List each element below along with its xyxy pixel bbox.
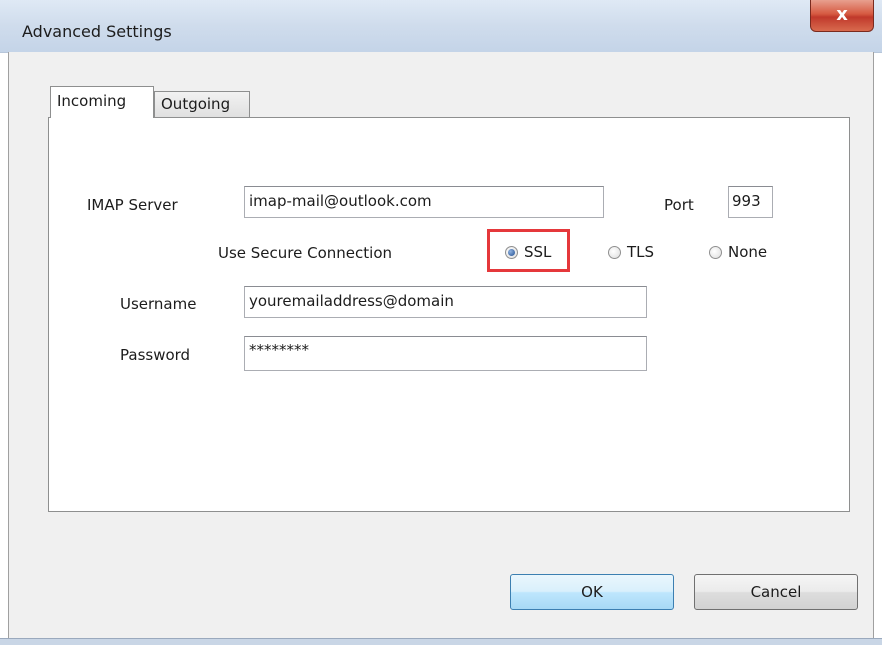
tls-radio-label: TLS: [627, 243, 655, 261]
window-title: Advanced Settings: [22, 22, 172, 41]
username-input[interactable]: youremailaddress@domain: [244, 286, 647, 318]
secure-connection-label: Use Secure Connection: [218, 244, 393, 262]
tab-incoming-label: Incoming: [57, 92, 127, 110]
username-label: Username: [120, 295, 197, 313]
tls-radio-icon: [608, 245, 621, 259]
imap-server-input[interactable]: imap-mail@outlook.com: [244, 186, 604, 218]
title-bar[interactable]: Advanced Settings x: [0, 0, 882, 53]
port-input[interactable]: 993: [728, 186, 773, 218]
password-label: Password: [120, 346, 191, 364]
none-radio-label: None: [728, 243, 768, 261]
tls-radio[interactable]: TLS: [608, 243, 654, 261]
cancel-button[interactable]: Cancel: [694, 574, 858, 610]
password-input[interactable]: ********: [244, 336, 647, 371]
ssl-highlight-box: [487, 229, 570, 272]
none-radio-icon: [709, 245, 722, 259]
advanced-settings-dialog: Advanced Settings x Incoming Outgoing IM…: [0, 0, 882, 645]
tab-outgoing-label: Outgoing: [161, 95, 231, 113]
close-icon: x: [836, 4, 848, 25]
tab-incoming[interactable]: Incoming: [50, 86, 154, 118]
none-radio[interactable]: None: [709, 243, 767, 261]
tab-outgoing[interactable]: Outgoing: [154, 91, 250, 117]
close-button[interactable]: x: [810, 0, 874, 32]
port-label: Port: [664, 196, 694, 214]
imap-server-label: IMAP Server: [87, 196, 178, 214]
ok-button[interactable]: OK: [510, 574, 674, 610]
